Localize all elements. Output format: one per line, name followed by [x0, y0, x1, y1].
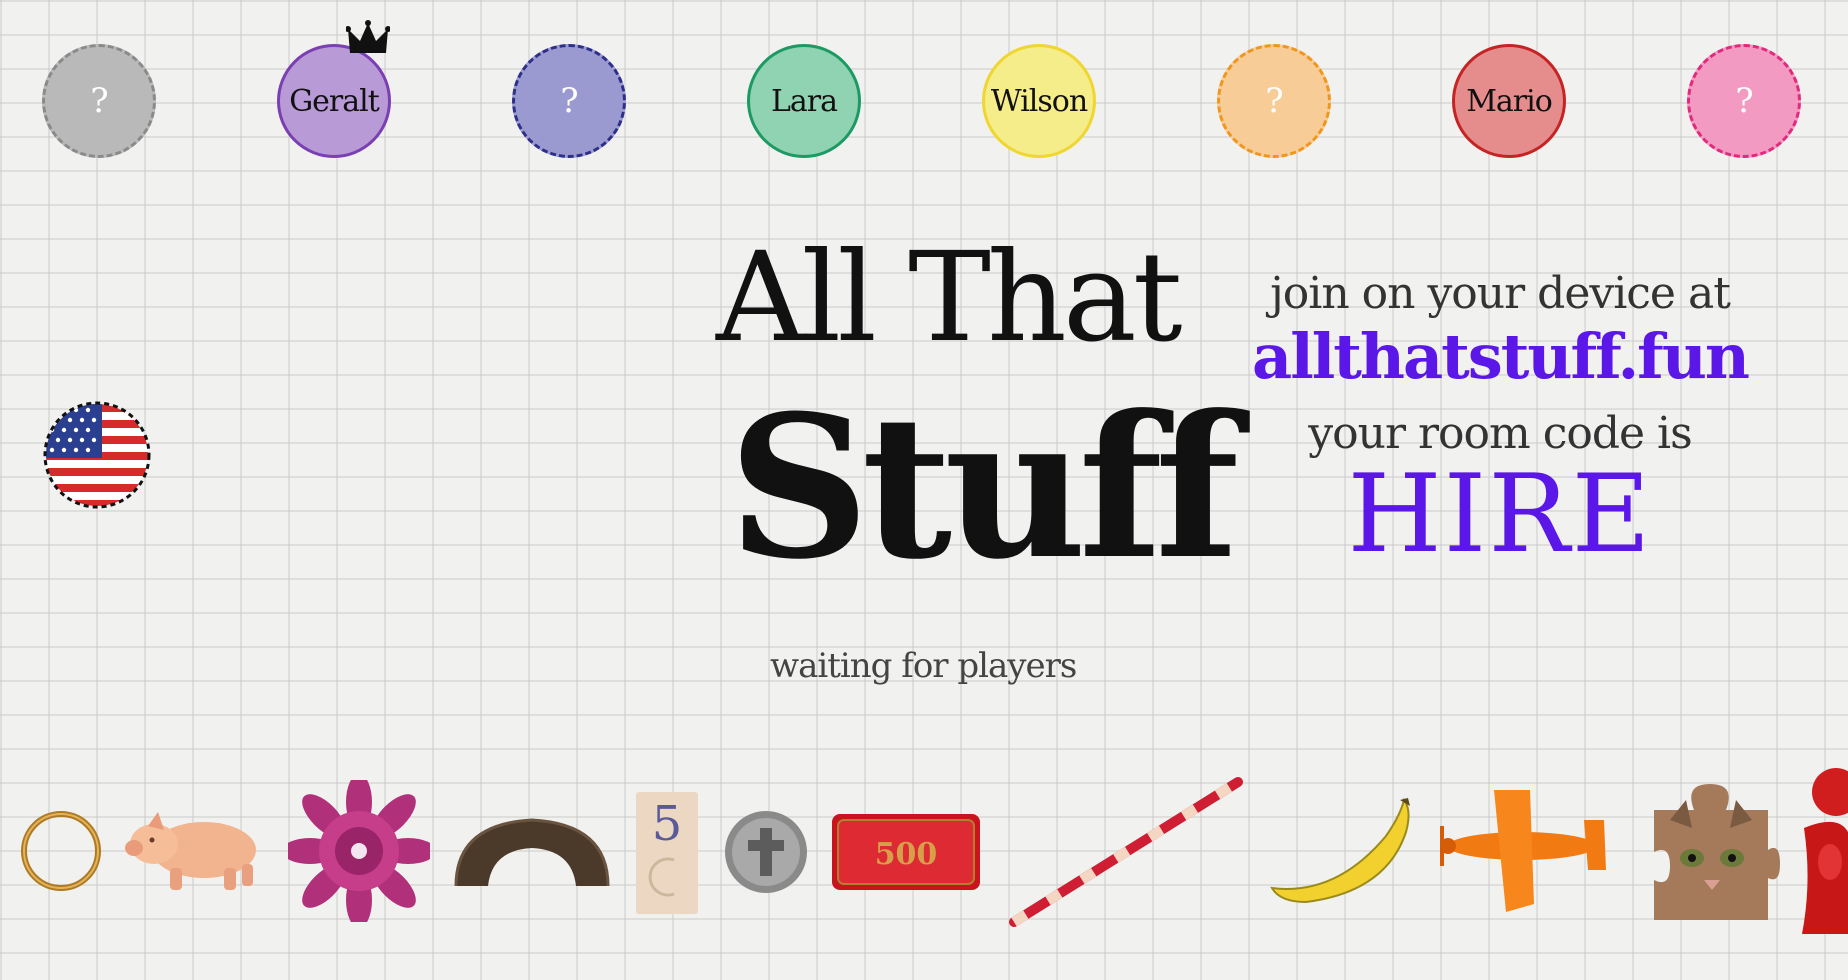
number-card-icon: 5 — [636, 792, 698, 914]
join-url-link[interactable]: allthatstuff.fun — [1240, 318, 1760, 396]
player-slot-empty: ? — [1687, 44, 1801, 158]
player-slot-empty: ? — [1217, 44, 1331, 158]
player-slot-filled: Lara — [747, 44, 861, 158]
player-slot-filled: Mario — [1452, 44, 1566, 158]
player-name: ? — [1265, 81, 1283, 121]
cross-coin-icon — [725, 811, 807, 893]
chip-label: 500 — [875, 837, 938, 872]
ring-icon — [21, 811, 101, 891]
status-text: waiting for players — [770, 646, 1077, 686]
us-flag-icon[interactable] — [42, 400, 152, 510]
horseshoe-block-icon — [454, 818, 610, 887]
red-figurine-icon — [1802, 768, 1848, 934]
join-info: join on your device at allthatstuff.fun … — [1240, 268, 1760, 578]
player-name: Geralt — [289, 83, 380, 119]
player-name: ? — [560, 81, 578, 121]
player-name: ? — [1735, 81, 1753, 121]
game-title-line2: Stuff — [728, 373, 1239, 603]
pig-icon — [125, 812, 256, 890]
toy-airplane-icon — [1440, 790, 1606, 912]
player-slot-filled: Wilson — [982, 44, 1096, 158]
player-slot-empty: ? — [512, 44, 626, 158]
cat-puzzle-piece-icon — [1654, 784, 1780, 920]
game-title-line1: All That — [716, 226, 1183, 370]
join-prompt: join on your device at — [1270, 268, 1731, 319]
player-name: Wilson — [990, 83, 1088, 119]
poker-chip-500-icon: 500 — [832, 814, 980, 890]
player-slot-empty: ? — [42, 44, 156, 158]
flower-icon — [288, 780, 430, 922]
room-code-prompt: your room code is — [1308, 407, 1692, 459]
room-code: HIRE — [1347, 452, 1653, 578]
card-number: 5 — [652, 796, 683, 852]
player-name: Mario — [1466, 83, 1553, 119]
host-crown-icon — [346, 20, 390, 53]
player-name: ? — [90, 81, 108, 121]
striped-stick-icon — [1009, 777, 1243, 927]
banana-icon — [1270, 797, 1410, 904]
player-name: Lara — [770, 83, 838, 119]
player-slot-filled: Geralt — [277, 20, 391, 158]
